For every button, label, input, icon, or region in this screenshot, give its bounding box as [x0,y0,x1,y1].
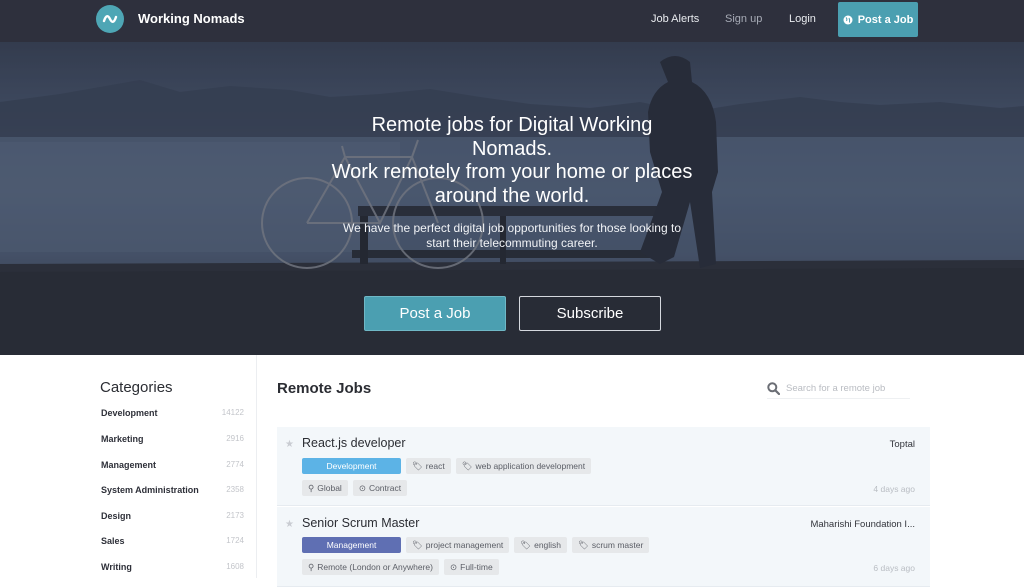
job-type-label: Full-time [460,562,493,572]
category-count: 14122 [221,408,244,417]
favorite-star-icon[interactable]: ★ [285,439,294,450]
job-title[interactable]: Senior Scrum Master [302,516,419,530]
job-listing[interactable]: ★ React.js developer Toptal Development … [277,427,930,506]
tag-icon: 🏷 [412,539,423,550]
job-location-label: Remote (London or Anywhere) [317,562,433,572]
nav-login-link[interactable]: Login [789,13,816,25]
job-type-label: Contract [368,483,402,493]
job-search-input[interactable] [786,382,906,394]
tag-icon: 🏷 [578,539,589,550]
tag-icon: 🏷 [520,539,532,550]
remote-jobs-heading: Remote Jobs [277,380,372,397]
category-count: 1608 [226,562,244,571]
globe-icon [843,15,853,24]
job-tag[interactable]: 🏷 web application development [455,458,592,474]
category-count: 2916 [226,434,244,443]
nav-sign-up-link[interactable]: Sign up [725,13,762,25]
nav-post-job-label: Post a Job [857,13,914,26]
hero-subtitle: We have the perfect digital job opportun… [0,221,1024,250]
hero-headline: Remote jobs for Digital Working Nomads. … [0,114,1024,208]
job-listing[interactable]: ★ Senior Scrum Master Maharishi Foundati… [277,507,930,587]
job-company[interactable]: Toptal [890,439,915,450]
job-tag-label: scrum master [591,540,644,550]
hero-subtitle-line: start their telecommuting career. [426,235,598,250]
brand-name[interactable]: Working Nomads [138,11,245,26]
category-count: 2774 [226,460,244,469]
category-name: System Administration [101,485,199,495]
hero-headline-line: Work remotely from your home or places [331,161,693,183]
category-name: Writing [101,562,132,572]
category-name: Development [101,408,158,418]
job-category-tag[interactable]: Management [302,537,401,553]
job-company[interactable]: Maharishi Foundation I... [810,519,915,530]
job-title[interactable]: React.js developer [302,436,406,450]
category-name: Sales [101,536,125,546]
hero-headline-line: around the world. [434,184,590,207]
hero-section: Remote jobs for Digital Working Nomads. … [0,42,1024,355]
hero-post-job-button[interactable]: Post a Job [364,296,506,331]
job-posted-time: 4 days ago [873,484,915,494]
job-tag-label: react [425,461,445,471]
map-pin-icon: ⚲ [308,561,315,572]
search-icon [767,381,780,395]
tag-icon: 🏷 [461,460,473,471]
job-search-box[interactable] [767,378,910,399]
job-meta: ⚲ Global ⊙ Contract [302,480,408,496]
job-tag-label: english [534,540,562,550]
wave-logo-icon[interactable] [96,5,124,33]
category-item-marketing[interactable]: Marketing 2916 [101,434,244,448]
hero-subscribe-button[interactable]: Subscribe [519,296,661,331]
job-tag[interactable]: 🏷 project management [406,537,510,553]
job-tag-label: web application development [475,461,586,471]
nav-job-alerts-link[interactable]: Job Alerts [651,13,699,25]
job-location: ⚲ Global [302,480,348,496]
clock-icon: ⊙ [450,561,458,572]
favorite-star-icon[interactable]: ★ [285,519,294,530]
nav-post-job-button[interactable]: Post a Job [838,2,918,37]
job-tag-label: project management [425,540,504,550]
categories-heading: Categories [100,379,173,396]
category-item-system-administration[interactable]: System Administration 2358 [101,485,244,499]
category-name: Management [101,460,157,470]
category-item-writing[interactable]: Writing 1608 [101,562,244,576]
job-tag[interactable]: 🏷 scrum master [572,537,650,553]
clock-icon: ⊙ [358,482,366,493]
hero-headline-line: Nomads. [471,137,553,160]
job-type: ⊙ Contract [352,480,408,496]
category-count: 1724 [226,536,244,545]
top-navbar: Working Nomads Job Alerts Sign up Login … [0,0,1024,42]
job-tag[interactable]: 🏷 react [406,458,451,474]
category-item-development[interactable]: Development 14122 [101,408,244,422]
category-name: Design [101,511,132,521]
job-meta: ⚲ Remote (London or Anywhere) ⊙ Full-time [302,559,499,575]
category-name: Marketing [101,434,144,444]
map-pin-icon: ⚲ [308,482,315,493]
category-item-design[interactable]: Design 2173 [101,511,244,525]
job-tag[interactable]: 🏷 english [514,537,568,553]
job-posted-time: 6 days ago [873,563,915,573]
job-tags: Development 🏷 react 🏷 web application deve… [302,458,592,474]
category-item-sales[interactable]: Sales 1724 [101,536,244,550]
hero-headline-line: Remote jobs for Digital Working [371,114,653,136]
job-category-tag[interactable]: Development [302,458,401,474]
job-location-label: Global [317,483,342,493]
job-tags: Management 🏷 project management 🏷 english … [302,537,650,553]
hero-subtitle-line: We have the perfect digital job opportun… [343,221,681,235]
tag-icon: 🏷 [412,460,423,471]
category-count: 2173 [226,511,244,520]
job-location: ⚲ Remote (London or Anywhere) [302,559,439,575]
category-item-management[interactable]: Management 2774 [101,460,244,474]
job-type: ⊙ Full-time [444,559,499,575]
category-count: 2358 [226,485,244,494]
